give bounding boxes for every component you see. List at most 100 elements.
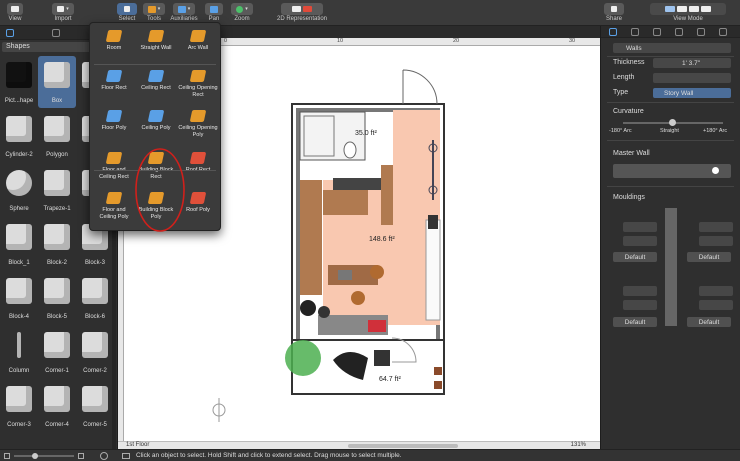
shape-item[interactable]: Trapeze-1 bbox=[38, 164, 76, 216]
tool-menu-item[interactable]: Ceiling Rect bbox=[136, 67, 176, 105]
shape-item[interactable]: Sphere bbox=[0, 164, 38, 216]
cursor-icon bbox=[124, 6, 130, 12]
shape-item[interactable]: Column bbox=[0, 326, 38, 378]
zoom-slider[interactable] bbox=[14, 455, 74, 457]
shape-label: Cylinder-2 bbox=[5, 152, 33, 158]
shape-thumbnail bbox=[44, 62, 70, 88]
pan-button[interactable] bbox=[205, 3, 223, 15]
shape-label: Block-6 bbox=[84, 314, 105, 320]
chevron-down-icon: ▾ bbox=[245, 6, 248, 12]
stool bbox=[351, 291, 365, 305]
camera-tab-icon[interactable] bbox=[675, 28, 683, 36]
speaker bbox=[428, 215, 438, 229]
horizontal-scrollbar[interactable] bbox=[348, 444, 458, 448]
tool-menu-item[interactable]: Floor Rect bbox=[94, 67, 134, 105]
import-button[interactable]: ▾ bbox=[52, 3, 74, 15]
shape-item[interactable]: Box bbox=[38, 56, 76, 108]
floor-tab-icon[interactable] bbox=[653, 28, 661, 36]
floor-poly-icon bbox=[105, 110, 123, 122]
master-wall-label: Master Wall bbox=[613, 150, 650, 157]
view-mode-segmented[interactable] bbox=[650, 3, 726, 15]
share-icon bbox=[611, 6, 617, 12]
tool-menu-item[interactable]: Floor and Ceiling Rect bbox=[94, 149, 134, 187]
split-view-icon[interactable] bbox=[677, 6, 687, 12]
tools-button[interactable]: ▾ bbox=[143, 3, 165, 15]
zoom-slider-thumb[interactable] bbox=[32, 453, 38, 459]
tool-menu-item[interactable]: Ceiling Opening Rect bbox=[178, 67, 218, 105]
tool-menu-item[interactable]: Straight Wall bbox=[136, 27, 176, 65]
shape-item[interactable]: Corner-1 bbox=[38, 326, 76, 378]
ceiling-rect-icon bbox=[147, 70, 165, 82]
zoom-in-icon[interactable] bbox=[78, 453, 84, 459]
sidebar-icon bbox=[11, 6, 19, 12]
default-button[interactable]: Default bbox=[613, 252, 657, 262]
zoom-out-icon[interactable] bbox=[4, 453, 10, 459]
master-wall-swatch[interactable] bbox=[613, 164, 731, 178]
edit-tab-icon[interactable] bbox=[631, 28, 639, 36]
shape-item[interactable]: Corner-3 bbox=[0, 380, 38, 432]
object-type-select[interactable]: Walls bbox=[613, 43, 731, 53]
house-tab-icon[interactable] bbox=[719, 28, 727, 36]
default-button[interactable]: Default bbox=[687, 252, 731, 262]
moulding-field[interactable] bbox=[699, 286, 733, 296]
curvature-slider-thumb[interactable] bbox=[669, 119, 676, 126]
share-label: Share bbox=[605, 16, 622, 22]
zoom-button[interactable]: ▾ bbox=[231, 3, 253, 15]
auxiliaries-button[interactable]: ▾ bbox=[173, 3, 195, 15]
default-button[interactable]: Default bbox=[613, 317, 657, 327]
shape-item[interactable]: Cylinder-2 bbox=[0, 110, 38, 162]
representation-toggle[interactable] bbox=[281, 3, 323, 15]
library-tab-icon[interactable] bbox=[6, 29, 14, 37]
tool-menu-item[interactable]: Floor Poly bbox=[94, 107, 134, 145]
wall-type-select[interactable]: Story Wall bbox=[653, 88, 731, 98]
shape-item[interactable]: Corner-5 bbox=[76, 380, 112, 432]
shape-item[interactable]: Corner-2 bbox=[76, 326, 112, 378]
moulding-field[interactable] bbox=[699, 300, 733, 310]
moulding-field[interactable] bbox=[623, 300, 657, 310]
tool-menu-item[interactable]: Ceiling Poly bbox=[136, 107, 176, 145]
view-button[interactable] bbox=[7, 3, 23, 15]
floor-name[interactable]: 1st Floor bbox=[126, 442, 149, 448]
default-button[interactable]: Default bbox=[687, 317, 731, 327]
plan-3d-icon bbox=[303, 6, 312, 12]
tool-menu-item[interactable]: Room bbox=[94, 27, 134, 65]
shape-item[interactable]: Block-5 bbox=[38, 272, 76, 324]
3d-view-icon[interactable] bbox=[689, 6, 699, 12]
color-swatch-icon[interactable] bbox=[712, 167, 719, 174]
length-field[interactable] bbox=[653, 73, 731, 83]
camera-view-icon[interactable] bbox=[701, 6, 711, 12]
floor-ceiling-rect-icon bbox=[105, 152, 123, 164]
tool-menu-item[interactable]: Floor and Ceiling Poly bbox=[94, 189, 134, 227]
shape-label: Block_1 bbox=[8, 260, 30, 266]
moulding-field[interactable] bbox=[699, 236, 733, 246]
tool-menu-item[interactable]: Ceiling Opening Poly bbox=[178, 107, 218, 145]
render-tab-icon[interactable] bbox=[697, 28, 705, 36]
moulding-field[interactable] bbox=[623, 286, 657, 296]
tool-menu-item[interactable]: Arc Wall bbox=[178, 27, 218, 65]
shape-item[interactable]: Block_1 bbox=[0, 218, 38, 270]
shape-item[interactable]: Block-4 bbox=[0, 272, 38, 324]
shape-item[interactable]: Block-6 bbox=[76, 272, 112, 324]
shape-item[interactable]: Corner-4 bbox=[38, 380, 76, 432]
moulding-field[interactable] bbox=[623, 222, 657, 232]
moulding-field[interactable] bbox=[623, 236, 657, 246]
settings-icon[interactable] bbox=[100, 452, 108, 460]
shape-item[interactable]: Pict...hape bbox=[0, 56, 38, 108]
hand-icon bbox=[210, 5, 218, 13]
tool-menu-label: Ceiling Poly bbox=[141, 125, 171, 131]
share-button[interactable] bbox=[604, 3, 624, 15]
moulding-field[interactable] bbox=[699, 222, 733, 232]
toilet bbox=[343, 141, 357, 159]
floorplan-view-icon[interactable] bbox=[665, 6, 675, 12]
message-icon bbox=[122, 453, 130, 459]
styles-tab-icon[interactable] bbox=[52, 29, 60, 37]
select-button[interactable] bbox=[117, 3, 137, 15]
zoom-level[interactable]: 131% bbox=[571, 442, 586, 448]
shape-item[interactable]: Polygon bbox=[38, 110, 76, 162]
thickness-field[interactable]: 1' 3.7" bbox=[653, 58, 731, 68]
shape-item[interactable]: Block-2 bbox=[38, 218, 76, 270]
round-chair bbox=[300, 300, 316, 316]
curvature-max: +180° Arc bbox=[703, 128, 728, 134]
shape-thumbnail bbox=[6, 116, 32, 142]
object-tab-icon[interactable] bbox=[609, 28, 617, 36]
